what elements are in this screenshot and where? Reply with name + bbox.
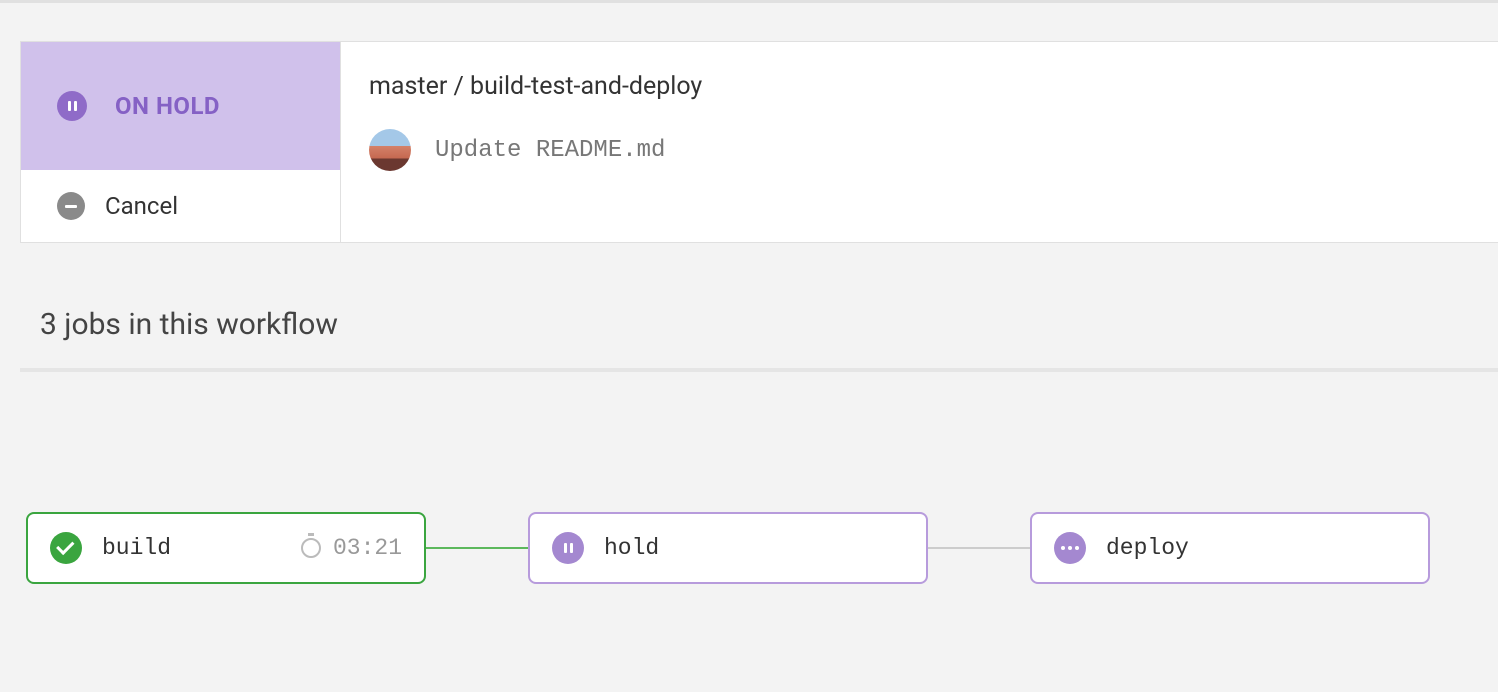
job-name: deploy: [1106, 535, 1189, 561]
duration-text: 03:21: [333, 535, 402, 561]
cancel-icon: [57, 192, 85, 220]
top-border: [0, 0, 1498, 3]
commit-message[interactable]: Update README.md: [435, 137, 665, 164]
divider: [20, 368, 1498, 372]
pause-icon: [57, 91, 87, 121]
commit-row: Update README.md: [369, 129, 1470, 171]
status-block: ON HOLD: [21, 42, 340, 170]
cancel-button[interactable]: Cancel: [21, 170, 340, 242]
stopwatch-icon: [299, 536, 323, 560]
connector: [928, 547, 1030, 549]
breadcrumb[interactable]: master / build-test-and-deploy: [369, 72, 1470, 101]
avatar[interactable]: [369, 129, 411, 171]
pause-icon: [552, 532, 584, 564]
ellipsis-icon: [1054, 532, 1086, 564]
status-column: ON HOLD Cancel: [21, 42, 341, 242]
job-card-hold[interactable]: hold: [528, 512, 928, 584]
header-panel: ON HOLD Cancel master / build-test-and-d…: [20, 41, 1498, 243]
cancel-label: Cancel: [105, 192, 178, 220]
workflow-heading: 3 jobs in this workflow: [40, 307, 1498, 342]
info-column: master / build-test-and-deploy Update RE…: [341, 42, 1498, 242]
status-label: ON HOLD: [115, 92, 220, 120]
workflow-graph: build 03:21 hold deploy: [26, 512, 1498, 584]
job-card-build[interactable]: build 03:21: [26, 512, 426, 584]
connector: [426, 547, 528, 549]
duration: 03:21: [299, 535, 402, 561]
success-icon: [50, 532, 82, 564]
job-name: build: [102, 535, 171, 561]
job-card-deploy[interactable]: deploy: [1030, 512, 1430, 584]
job-name: hold: [604, 535, 659, 561]
